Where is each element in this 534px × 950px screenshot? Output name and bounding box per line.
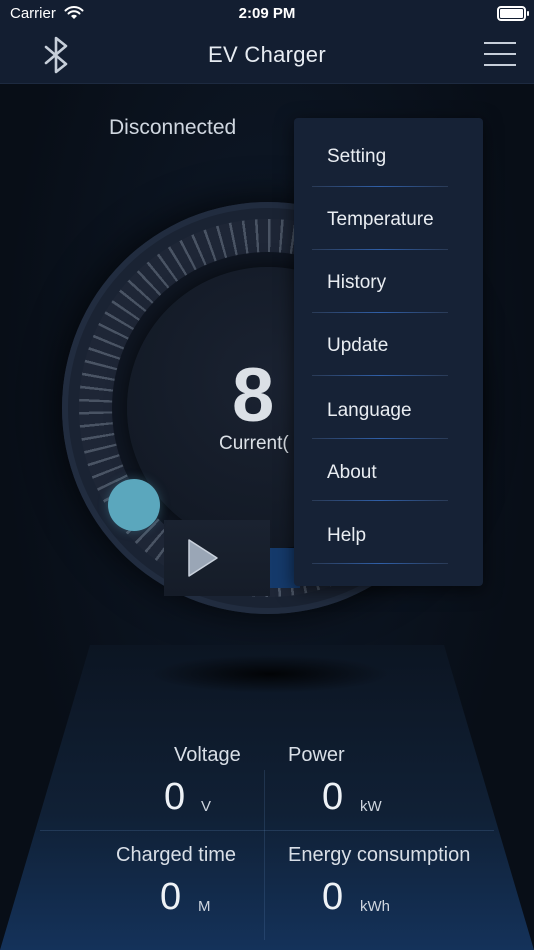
charged-time-label: Charged time — [116, 844, 237, 866]
gauge-slider-handle[interactable] — [108, 479, 160, 531]
menu-item-label: About — [327, 462, 377, 483]
menu-item-language[interactable]: Language — [312, 376, 448, 439]
floor-shadow — [150, 655, 390, 693]
play-icon[interactable] — [186, 538, 220, 578]
power-label: Power — [288, 744, 345, 766]
power-unit: kW — [360, 798, 382, 815]
clock: 2:09 PM — [238, 5, 296, 22]
menu-item-label: Setting — [327, 146, 387, 167]
energy-value: 0 — [322, 876, 344, 918]
menu-item-label: Update — [327, 335, 389, 356]
voltage-label: Voltage — [174, 744, 241, 766]
voltage-unit: V — [201, 798, 212, 815]
charged-time-value: 0 — [160, 876, 182, 918]
menu-item-label: Language — [327, 400, 412, 421]
power-value: 0 — [322, 776, 344, 818]
menu-item-label: Help — [327, 525, 367, 546]
current-label: Current( — [219, 433, 289, 454]
menu-item-temperature[interactable]: Temperature — [312, 187, 448, 250]
energy-label: Energy consumption — [288, 844, 471, 866]
connection-status: Disconnected — [109, 116, 237, 139]
dropdown-menu: Setting Temperature History Update Langu… — [294, 118, 483, 586]
charged-time-unit: M — [198, 898, 211, 915]
menu-item-label: Temperature — [327, 209, 434, 230]
menu-item-update[interactable]: Update — [312, 313, 448, 376]
voltage-value: 0 — [164, 776, 186, 818]
header: EV Charger — [0, 28, 534, 84]
hamburger-menu-icon[interactable] — [484, 40, 516, 68]
status-bar: Carrier 2:09 PM — [0, 0, 534, 28]
menu-item-label: History — [327, 272, 387, 293]
battery-icon — [497, 6, 529, 21]
page-title: EV Charger — [208, 42, 326, 67]
grid-divider-vertical — [264, 770, 265, 940]
menu-item-help[interactable]: Help — [312, 501, 448, 564]
menu-item-history[interactable]: History — [312, 250, 448, 313]
current-value: 8 — [232, 353, 275, 438]
menu-separator — [312, 563, 448, 564]
grid-divider-horizontal — [40, 830, 494, 831]
energy-unit: kWh — [360, 898, 390, 915]
menu-item-setting[interactable]: Setting — [312, 124, 448, 187]
menu-item-about[interactable]: About — [312, 438, 448, 501]
